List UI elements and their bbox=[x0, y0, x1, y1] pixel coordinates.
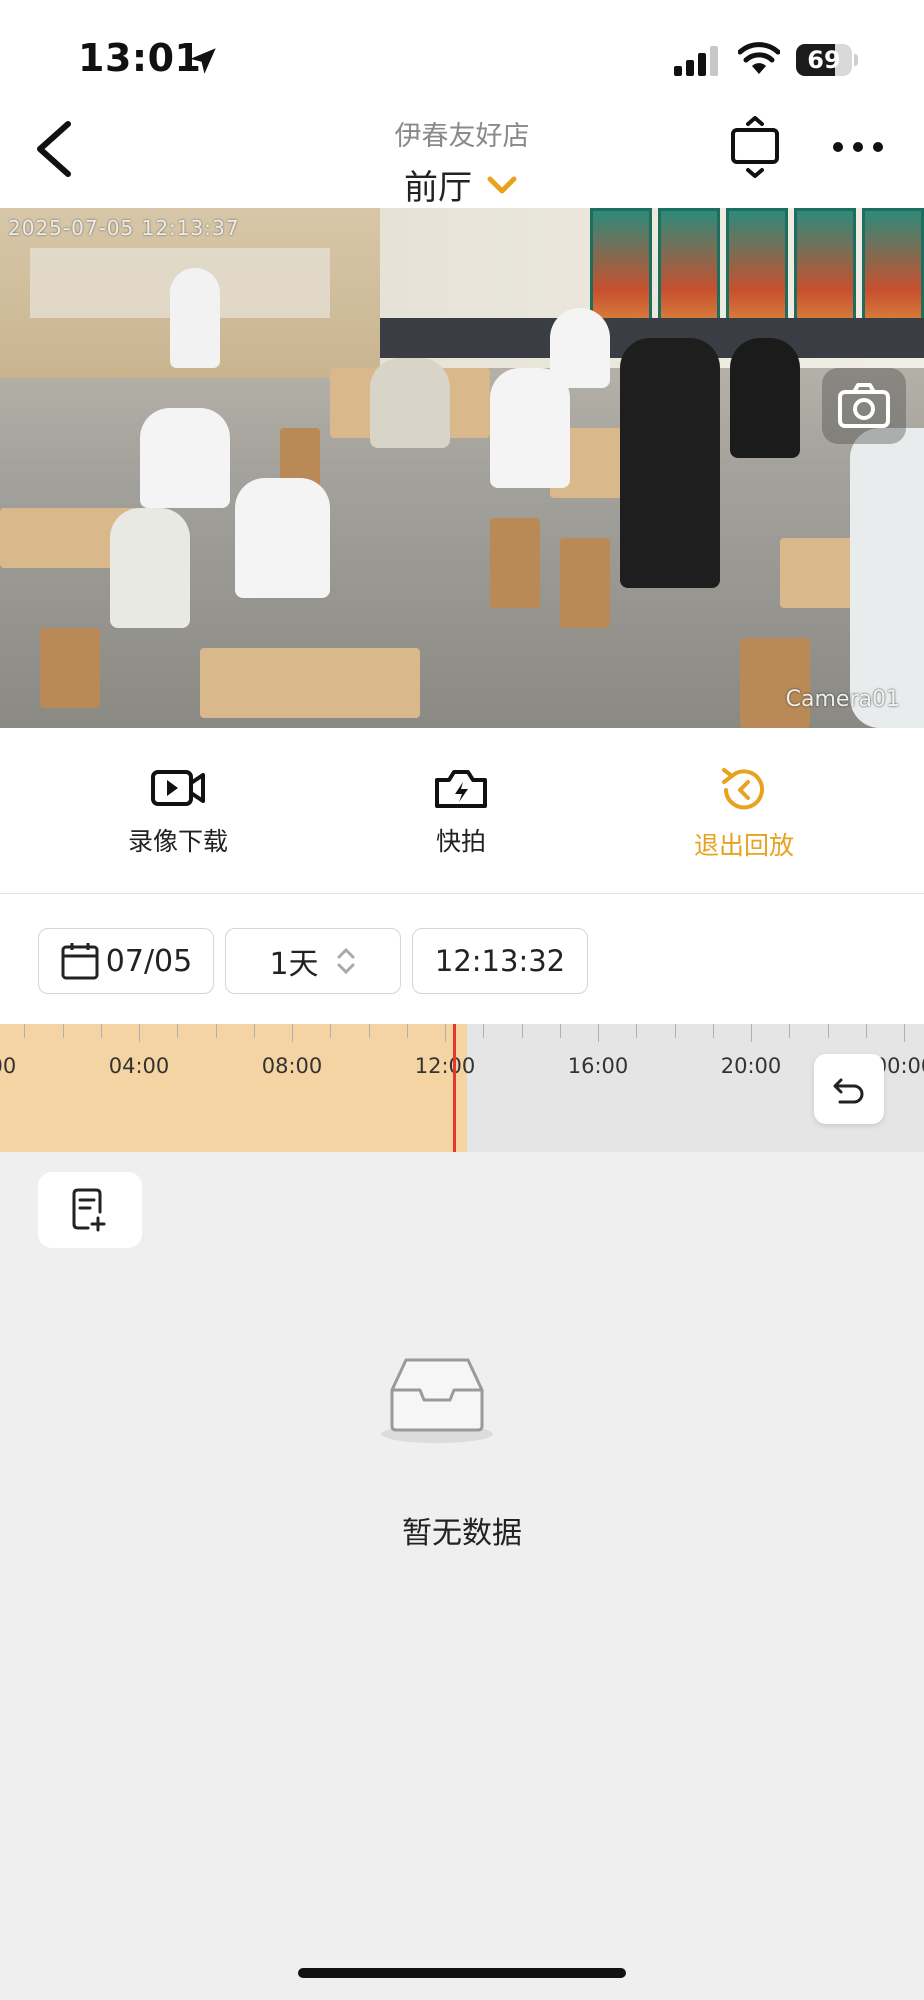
quick-snapshot-label: 快拍 bbox=[435, 827, 486, 856]
chevron-down-icon bbox=[487, 176, 517, 193]
chair bbox=[740, 638, 810, 728]
playback-timeline[interactable]: 00:0004:0008:0012:0016:0020:0000:00 bbox=[0, 1024, 924, 1152]
timeline-tick bbox=[598, 1024, 599, 1042]
video-download-button[interactable]: 录像下载 bbox=[78, 764, 278, 858]
person bbox=[370, 358, 450, 448]
timeline-label: 16:00 bbox=[567, 1054, 629, 1078]
location-arrow-icon bbox=[190, 48, 216, 74]
timeline-label: 08:00 bbox=[261, 1054, 323, 1078]
person bbox=[170, 268, 220, 368]
note-add-icon bbox=[72, 1188, 106, 1232]
pillar bbox=[850, 428, 924, 728]
timeline-tick bbox=[368, 1024, 370, 1038]
battery-icon: 69 bbox=[796, 44, 858, 76]
timeline-tick bbox=[292, 1024, 293, 1042]
timeline-tick bbox=[674, 1024, 676, 1038]
date-value: 07/05 bbox=[105, 943, 193, 979]
chair bbox=[560, 538, 610, 628]
timeline-label: 00:00 bbox=[0, 1054, 17, 1078]
area-name: 前厅 bbox=[404, 168, 472, 208]
person bbox=[140, 408, 230, 508]
timeline-tick bbox=[483, 1024, 485, 1038]
timeline-tick bbox=[559, 1024, 561, 1038]
exit-playback-label: 退出回放 bbox=[693, 831, 794, 860]
snapshot-flash-icon bbox=[435, 770, 487, 808]
timeline-label: 04:00 bbox=[108, 1054, 170, 1078]
video-icon bbox=[151, 770, 205, 806]
empty-inbox-icon bbox=[381, 1358, 493, 1443]
timeline-tick bbox=[100, 1024, 102, 1038]
chair bbox=[40, 628, 100, 708]
up-down-chevron-icon bbox=[337, 947, 355, 975]
timeline-tick bbox=[139, 1024, 140, 1042]
action-bar: 录像下载 快拍 退出回放 bbox=[0, 728, 924, 894]
camera-snapshot-button[interactable] bbox=[822, 368, 906, 444]
add-note-button[interactable] bbox=[38, 1172, 142, 1248]
person bbox=[235, 478, 330, 598]
timeline-tick bbox=[62, 1024, 64, 1038]
range-value: 1天 bbox=[269, 947, 319, 982]
timeline-tick bbox=[712, 1024, 714, 1038]
timeline-ticks bbox=[0, 1024, 924, 1044]
area-selector[interactable]: 前厅 bbox=[404, 160, 518, 209]
timeline-tick bbox=[904, 1024, 905, 1042]
timeline-label: 20:00 bbox=[720, 1054, 782, 1078]
playback-cursor[interactable] bbox=[453, 1024, 457, 1152]
timeline-tick bbox=[330, 1024, 332, 1038]
person bbox=[550, 308, 610, 388]
home-indicator[interactable] bbox=[298, 1968, 626, 1978]
video-download-label: 录像下载 bbox=[127, 827, 228, 856]
empty-state-text: 暂无数据 bbox=[402, 1516, 522, 1551]
time-value: 12:13:32 bbox=[434, 944, 566, 978]
time-display[interactable]: 12:13:32 bbox=[412, 928, 588, 994]
person bbox=[110, 508, 190, 628]
timeline-tick bbox=[253, 1024, 255, 1038]
return-to-current-button[interactable] bbox=[814, 1054, 884, 1124]
timeline-tick bbox=[636, 1024, 638, 1038]
camera-icon bbox=[838, 383, 890, 428]
timeline-label: 12:00 bbox=[414, 1054, 476, 1078]
timeline-tick bbox=[406, 1024, 408, 1038]
battery-percent: 69 bbox=[807, 46, 841, 74]
undo-arrow-icon bbox=[833, 1078, 864, 1104]
timeline-tick bbox=[789, 1024, 791, 1038]
top-bar: 13:01 69 伊春友好店 前厅 bbox=[0, 0, 924, 208]
table bbox=[200, 648, 420, 718]
status-time: 13:01 bbox=[78, 36, 202, 80]
timeline-tick bbox=[24, 1024, 26, 1038]
range-selector[interactable]: 1天 bbox=[225, 928, 401, 994]
timeline-tick bbox=[751, 1024, 752, 1042]
camera-feed[interactable]: 2025-07-05 12:13:37 Camera01 bbox=[0, 208, 924, 728]
rotate-screen-button[interactable] bbox=[730, 116, 780, 178]
camera-timestamp: 2025-07-05 12:13:37 bbox=[8, 216, 240, 240]
timeline-tick bbox=[865, 1024, 867, 1038]
timeline-tick bbox=[215, 1024, 217, 1038]
camera-label: Camera01 bbox=[785, 687, 900, 712]
person bbox=[730, 338, 800, 458]
timeline-tick bbox=[521, 1024, 523, 1038]
person bbox=[620, 338, 720, 588]
chair bbox=[490, 518, 540, 608]
more-options-button[interactable] bbox=[832, 138, 884, 156]
date-picker[interactable]: 07/05 bbox=[38, 928, 214, 994]
timeline-tick bbox=[827, 1024, 829, 1038]
exit-playback-button[interactable]: 退出回放 bbox=[644, 764, 844, 862]
filter-row: 07/05 1天 12:13:32 bbox=[0, 894, 924, 1024]
quick-snapshot-button[interactable]: 快拍 bbox=[361, 764, 561, 858]
timeline-tick bbox=[177, 1024, 179, 1038]
exit-playback-icon bbox=[722, 768, 764, 810]
timeline-tick bbox=[445, 1024, 446, 1042]
store-name: 伊春友好店 bbox=[394, 121, 530, 152]
cellular-signal-icon bbox=[674, 46, 718, 76]
calendar-icon bbox=[61, 943, 99, 980]
wifi-icon bbox=[738, 42, 780, 74]
